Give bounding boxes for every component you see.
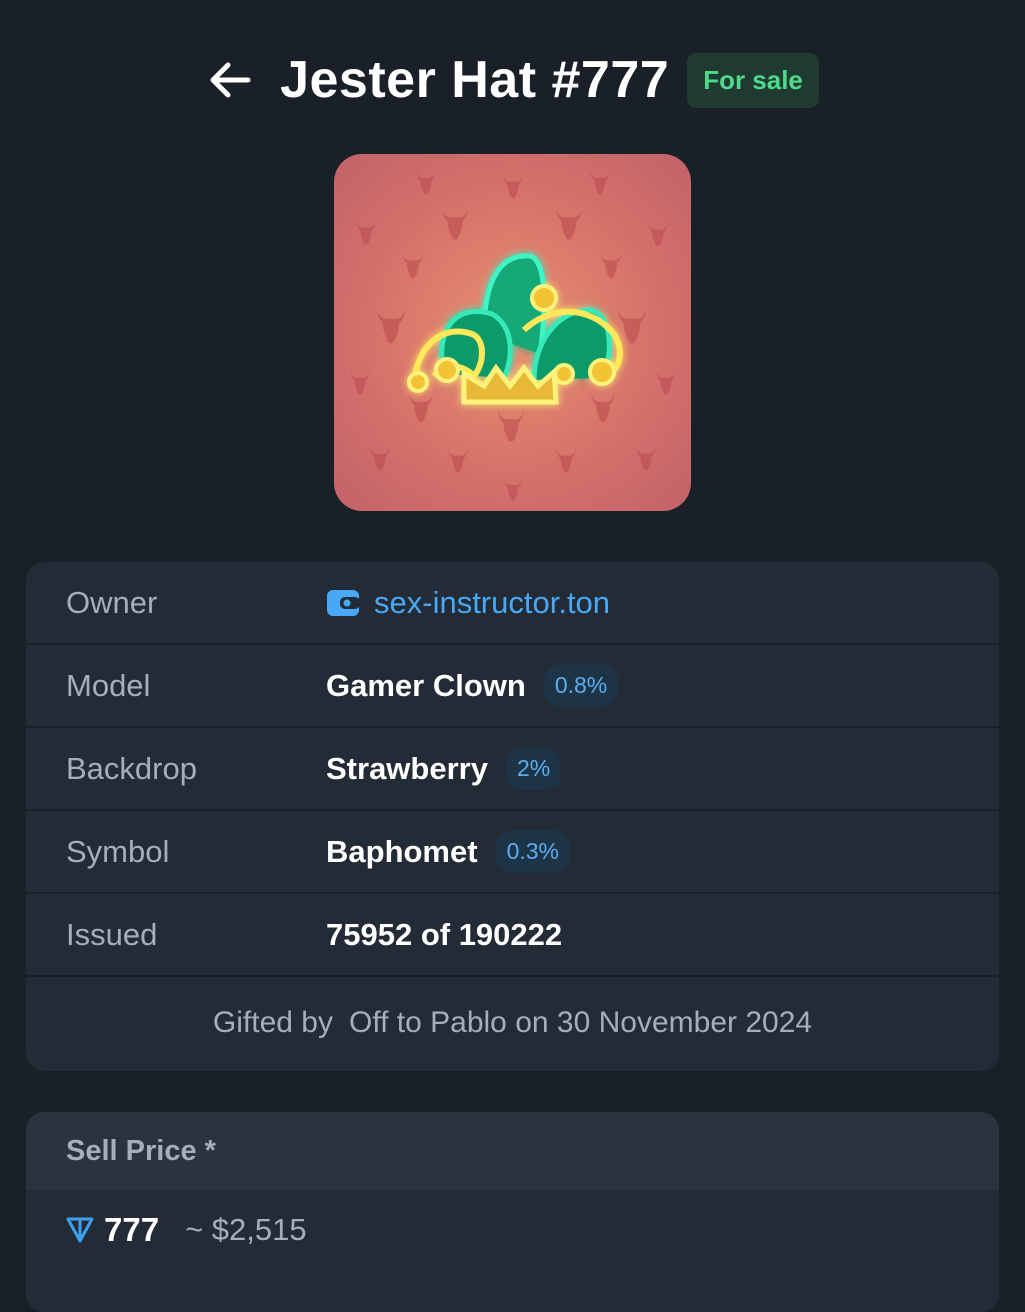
- issued-row: Issued 75952 of 190222: [26, 894, 999, 977]
- backdrop-label: Backdrop: [66, 750, 197, 786]
- gifted-by-note: Gifted by Off to Pablo on 30 November 20…: [26, 977, 999, 1068]
- model-row: Model Gamer Clown 0.8%: [26, 645, 999, 728]
- page-title: Jester Hat #777: [280, 51, 670, 109]
- issued-value: 75952 of 190222: [326, 916, 563, 952]
- owner-label: Owner: [66, 584, 158, 620]
- backdrop-row: Backdrop Strawberry 2%: [26, 728, 999, 811]
- page-header: Jester Hat #777 For sale: [0, 40, 1025, 120]
- gifted-text: Off to Pablo on 30 November 2024: [348, 1005, 813, 1039]
- model-value-wrap: Gamer Clown 0.8%: [326, 664, 619, 707]
- ton-icon: [66, 1217, 94, 1243]
- price-amount: 777: [104, 1211, 160, 1248]
- owner-link[interactable]: sex-instructor.ton: [326, 585, 610, 621]
- symbol-row: Symbol Baphomet 0.3%: [26, 811, 999, 894]
- gift-details-card: Owner sex-instructor.ton Model Gamer Clo…: [26, 562, 999, 1071]
- wallet-icon: [327, 589, 360, 616]
- symbol-value: Baphomet: [326, 833, 478, 869]
- model-label: Model: [66, 667, 151, 703]
- arrow-left-icon: [210, 62, 251, 98]
- gifted-prefix: Gifted by: [212, 1005, 333, 1039]
- symbol-label: Symbol: [66, 833, 170, 869]
- owner-row: Owner sex-instructor.ton: [26, 562, 999, 645]
- backdrop-value-wrap: Strawberry 2%: [326, 747, 562, 790]
- price-usd: ~ $2,515: [185, 1212, 307, 1247]
- sell-price-label: Sell Price *: [26, 1112, 999, 1190]
- symbol-rarity-badge[interactable]: 0.3%: [495, 830, 571, 873]
- symbol-value-wrap: Baphomet 0.3%: [326, 830, 571, 873]
- model-value: Gamer Clown: [326, 667, 526, 703]
- back-button[interactable]: [206, 56, 254, 104]
- backdrop-value: Strawberry: [326, 750, 488, 786]
- gift-image: [334, 154, 691, 511]
- issued-label: Issued: [66, 916, 158, 952]
- owner-value: sex-instructor.ton: [374, 584, 611, 620]
- sell-price-value[interactable]: 777 ~ $2,515: [26, 1190, 999, 1270]
- status-badge: For sale: [687, 52, 819, 108]
- model-rarity-badge[interactable]: 0.8%: [543, 664, 619, 707]
- sell-price-card: Sell Price * 777 ~ $2,515: [26, 1112, 999, 1312]
- backdrop-rarity-badge[interactable]: 2%: [505, 747, 562, 790]
